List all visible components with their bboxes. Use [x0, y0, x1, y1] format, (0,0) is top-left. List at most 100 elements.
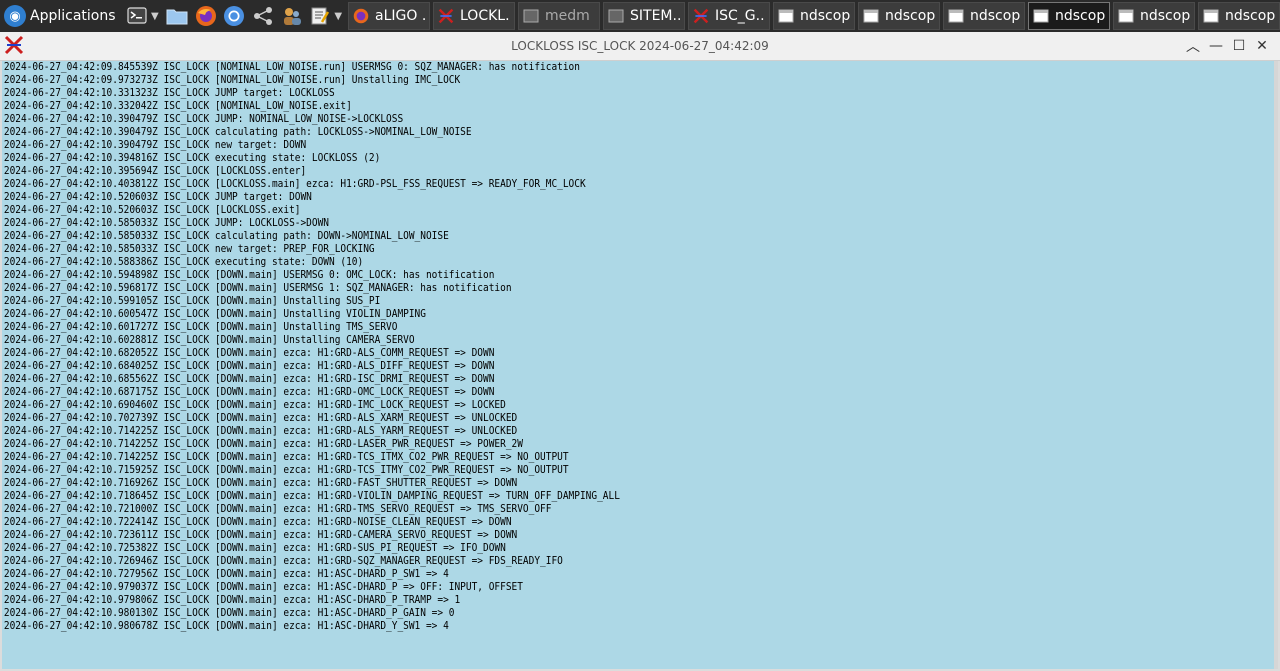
taskbar-button-label: ndscop...	[1140, 8, 1190, 24]
taskbar-button[interactable]: ndscop...	[858, 2, 940, 30]
taskbar-button-label: LOCKL...	[460, 8, 510, 24]
log-line: 2024-06-27_04:42:10.600547Z ISC_LOCK [DO…	[3, 309, 426, 320]
log-line: 2024-06-27_04:42:10.594898Z ISC_LOCK [DO…	[3, 270, 495, 281]
log-line: 2024-06-27_04:42:10.684025Z ISC_LOCK [DO…	[3, 361, 495, 372]
folder-icon	[166, 9, 188, 25]
log-line: 2024-06-27_04:42:10.979037Z ISC_LOCK [DO…	[3, 582, 523, 593]
log-line: 2024-06-27_04:42:10.599105Z ISC_LOCK [DO…	[3, 296, 381, 307]
log-line: 2024-06-27_04:42:10.690460Z ISC_LOCK [DO…	[3, 400, 506, 411]
ndscope-window-icon	[1203, 8, 1219, 24]
log-line: 2024-06-27_04:42:10.715925Z ISC_LOCK [DO…	[3, 465, 569, 476]
taskbar-button-label: aLIGO ...	[375, 8, 425, 24]
log-line: 2024-06-27_04:42:10.682052Z ISC_LOCK [DO…	[3, 348, 495, 359]
log-line: 2024-06-27_04:42:10.520603Z ISC_LOCK JUM…	[3, 192, 312, 203]
medm-window-icon	[523, 8, 539, 24]
taskbar-button-label: ndscop...	[1055, 8, 1105, 24]
ndscope-window-icon	[948, 8, 964, 24]
log-line: 2024-06-27_04:42:10.390479Z ISC_LOCK new…	[3, 140, 307, 151]
log-line: 2024-06-27_04:42:10.596817Z ISC_LOCK [DO…	[3, 283, 512, 294]
log-line: 2024-06-27_04:42:10.687175Z ISC_LOCK [DO…	[3, 387, 495, 398]
log-line: 2024-06-27_04:42:10.588386Z ISC_LOCK exe…	[3, 257, 364, 268]
taskbar-button-label: medm	[545, 8, 590, 24]
guardian-x-icon	[4, 35, 24, 55]
log-line: 2024-06-27_04:42:10.718645Z ISC_LOCK [DO…	[3, 491, 620, 502]
window-titlebar[interactable]: LOCKLOSS ISC_LOCK 2024-06-27_04:42:09 ︿ …	[0, 32, 1280, 61]
firefox-icon	[353, 8, 369, 24]
medm-window-icon	[608, 8, 624, 24]
file-manager-launcher[interactable]	[166, 4, 189, 28]
log-line: 2024-06-27_04:42:10.714225Z ISC_LOCK [DO…	[3, 439, 523, 450]
taskbar-button[interactable]: ndscop...	[1028, 2, 1110, 30]
share-icon	[253, 7, 272, 25]
taskbar-button-label: ndscop...	[800, 8, 850, 24]
taskbar-button-label: ISC_G...	[715, 8, 765, 24]
log-line: 2024-06-27_04:42:10.714225Z ISC_LOCK [DO…	[3, 426, 518, 437]
chrome-icon	[224, 6, 245, 26]
text-editor-icon	[311, 7, 330, 25]
taskbar-button[interactable]: ndscop...	[1198, 2, 1280, 30]
taskbar-button[interactable]: ndscop...	[1113, 2, 1195, 30]
log-line: 2024-06-27_04:42:10.722414Z ISC_LOCK [DO…	[3, 517, 512, 528]
log-line: 2024-06-27_04:42:10.685562Z ISC_LOCK [DO…	[3, 374, 495, 385]
chrome-launcher[interactable]	[223, 4, 246, 28]
log-line: 2024-06-27_04:42:10.331323Z ISC_LOCK JUM…	[3, 88, 335, 99]
taskbar-button-label: ndscop...	[1225, 8, 1275, 24]
users-icon	[283, 8, 301, 25]
log-line: 2024-06-27_04:42:10.980678Z ISC_LOCK [DO…	[3, 621, 449, 632]
terminal-icon	[127, 7, 147, 24]
taskbar-button[interactable]: medm	[518, 2, 600, 30]
log-line: 2024-06-27_04:42:10.585033Z ISC_LOCK JUM…	[3, 218, 329, 229]
log-line: 2024-06-27_04:42:10.716926Z ISC_LOCK [DO…	[3, 478, 518, 489]
window-title: LOCKLOSS ISC_LOCK 2024-06-27_04:42:09	[511, 39, 769, 53]
log-line: 2024-06-27_04:42:10.727956Z ISC_LOCK [DO…	[3, 569, 449, 580]
maximize-button[interactable]: ☐	[1229, 36, 1249, 56]
terminal-launcher[interactable]	[126, 4, 149, 28]
log-line: 2024-06-27_04:42:10.601727Z ISC_LOCK [DO…	[3, 322, 398, 333]
taskbar-button[interactable]: ndscop...	[943, 2, 1025, 30]
taskbar-button[interactable]: SITEM...	[603, 2, 685, 30]
xfce-mouse-icon: ◉	[4, 5, 26, 27]
log-line: 2024-06-27_04:42:10.979806Z ISC_LOCK [DO…	[3, 595, 461, 606]
ndscope-window-icon	[1033, 8, 1049, 24]
applications-menu[interactable]: ◉ Applications	[0, 0, 120, 32]
maximize-icon: ☐	[1232, 38, 1246, 54]
log-line: 2024-06-27_04:42:09.845539Z ISC_LOCK [NO…	[3, 62, 580, 73]
log-view[interactable]: 2024-06-27_04:42:09.845539Z ISC_LOCK [NO…	[2, 61, 1274, 669]
chevron-down-icon[interactable]: ▼	[150, 11, 159, 22]
taskbar-button[interactable]: ndscop...	[773, 2, 855, 30]
chevron-up-icon: ︿	[1186, 39, 1200, 55]
log-line: 2024-06-27_04:42:10.390479Z ISC_LOCK JUM…	[3, 114, 404, 125]
close-button[interactable]: ✕	[1252, 36, 1272, 56]
ndscope-window-icon	[778, 8, 794, 24]
log-line: 2024-06-27_04:42:10.585033Z ISC_LOCK cal…	[3, 231, 449, 242]
taskbar-button[interactable]: LOCKL...	[433, 2, 515, 30]
ndscope-window-icon	[1118, 8, 1134, 24]
taskbar-button[interactable]: ISC_G...	[688, 2, 770, 30]
share-launcher[interactable]	[252, 4, 275, 28]
firefox-launcher[interactable]	[194, 4, 217, 28]
log-line: 2024-06-27_04:42:10.725382Z ISC_LOCK [DO…	[3, 543, 506, 554]
log-text: 2024-06-27_04:42:09.845539Z ISC_LOCK [NO…	[2, 61, 1185, 633]
log-line: 2024-06-27_04:42:10.520603Z ISC_LOCK [LO…	[3, 205, 301, 216]
log-line: 2024-06-27_04:42:10.403812Z ISC_LOCK [LO…	[3, 179, 586, 190]
log-line: 2024-06-27_04:42:10.394816Z ISC_LOCK exe…	[3, 153, 381, 164]
log-line: 2024-06-27_04:42:10.585033Z ISC_LOCK new…	[3, 244, 375, 255]
chevron-down-icon[interactable]: ▼	[334, 11, 343, 22]
text-editor-launcher[interactable]	[309, 4, 332, 28]
taskbar-button-label: ndscop...	[885, 8, 935, 24]
applications-label: Applications	[30, 8, 116, 24]
taskbar-button[interactable]: aLIGO ...	[348, 2, 430, 30]
users-launcher[interactable]	[280, 4, 303, 28]
log-line: 2024-06-27_04:42:10.332042Z ISC_LOCK [NO…	[3, 101, 352, 112]
minimize-button[interactable]: —	[1206, 36, 1226, 56]
log-line: 2024-06-27_04:42:10.723611Z ISC_LOCK [DO…	[3, 530, 518, 541]
log-line: 2024-06-27_04:42:10.702739Z ISC_LOCK [DO…	[3, 413, 518, 424]
shade-button[interactable]: ︿	[1183, 36, 1203, 56]
vertical-scrollbar[interactable]	[1274, 61, 1278, 669]
log-line: 2024-06-27_04:42:10.721000Z ISC_LOCK [DO…	[3, 504, 552, 515]
guardian-x-icon	[693, 8, 709, 24]
log-line: 2024-06-27_04:42:10.602881Z ISC_LOCK [DO…	[3, 335, 415, 346]
log-line: 2024-06-27_04:42:10.714225Z ISC_LOCK [DO…	[3, 452, 569, 463]
taskbar-button-label: ndscop...	[970, 8, 1020, 24]
log-line: 2024-06-27_04:42:10.390479Z ISC_LOCK cal…	[3, 127, 472, 138]
